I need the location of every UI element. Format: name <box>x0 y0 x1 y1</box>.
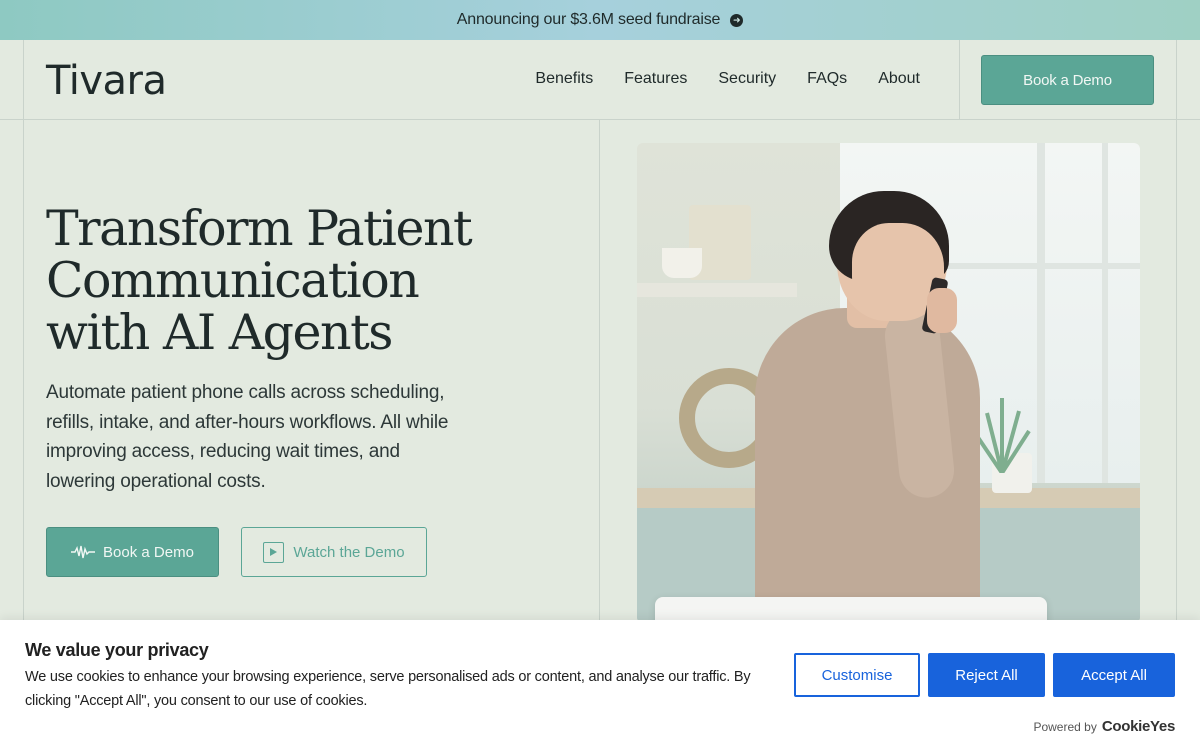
customise-button[interactable]: Customise <box>794 653 920 697</box>
hero-subtitle: Automate patient phone calls across sche… <box>46 382 449 492</box>
book-demo-hero-label: Book a Demo <box>103 543 194 561</box>
nav-link-security[interactable]: Security <box>718 70 776 88</box>
nav-link-faqs[interactable]: FAQs <box>807 70 847 88</box>
hero-title-line-2: Communication <box>46 252 420 309</box>
announcement-text[interactable]: Announcing our $3.6M seed fundraise <box>457 11 721 29</box>
nav-menu: Benefits Features Security FAQs About <box>535 70 920 88</box>
hero-photo-woman-on-phone <box>637 143 1140 623</box>
hero-title: Transform Patient Communication with AI … <box>46 203 566 359</box>
announcement-bar[interactable]: Announcing our $3.6M seed fundraise ➜ <box>0 0 1200 40</box>
reject-all-button[interactable]: Reject All <box>928 653 1045 697</box>
nav-link-features[interactable]: Features <box>624 70 687 88</box>
arrow-right-circle-icon[interactable]: ➜ <box>730 13 744 27</box>
hero-title-line-1: Transform Patient <box>46 200 473 257</box>
watch-demo-label: Watch the Demo <box>293 543 405 561</box>
book-demo-nav-button[interactable]: Book a Demo <box>981 55 1154 105</box>
book-demo-hero-button[interactable]: Book a Demo <box>46 527 219 577</box>
hero-divider <box>599 120 600 620</box>
cookie-title: We value your privacy <box>25 640 209 660</box>
logo[interactable]: Tivara <box>46 58 167 104</box>
cookie-text: We use cookies to enhance your browsing … <box>25 669 751 709</box>
waveform-icon <box>71 545 96 559</box>
powered-by[interactable]: Powered by CookieYes <box>1033 718 1175 735</box>
powered-by-label: Powered by <box>1033 719 1097 734</box>
nav-divider <box>959 40 960 119</box>
watch-demo-button[interactable]: Watch the Demo <box>241 527 427 577</box>
nav-link-benefits[interactable]: Benefits <box>535 70 593 88</box>
play-icon <box>263 541 285 563</box>
top-navigation: Tivara Benefits Features Security FAQs A… <box>0 40 1200 120</box>
hero-title-line-3: with AI Agents <box>46 304 393 361</box>
nav-link-about[interactable]: About <box>878 70 920 88</box>
accept-all-button[interactable]: Accept All <box>1053 653 1175 697</box>
cookie-banner: We value your privacy We use cookies to … <box>0 620 1200 750</box>
cookieyes-logo[interactable]: CookieYes <box>1102 718 1175 735</box>
